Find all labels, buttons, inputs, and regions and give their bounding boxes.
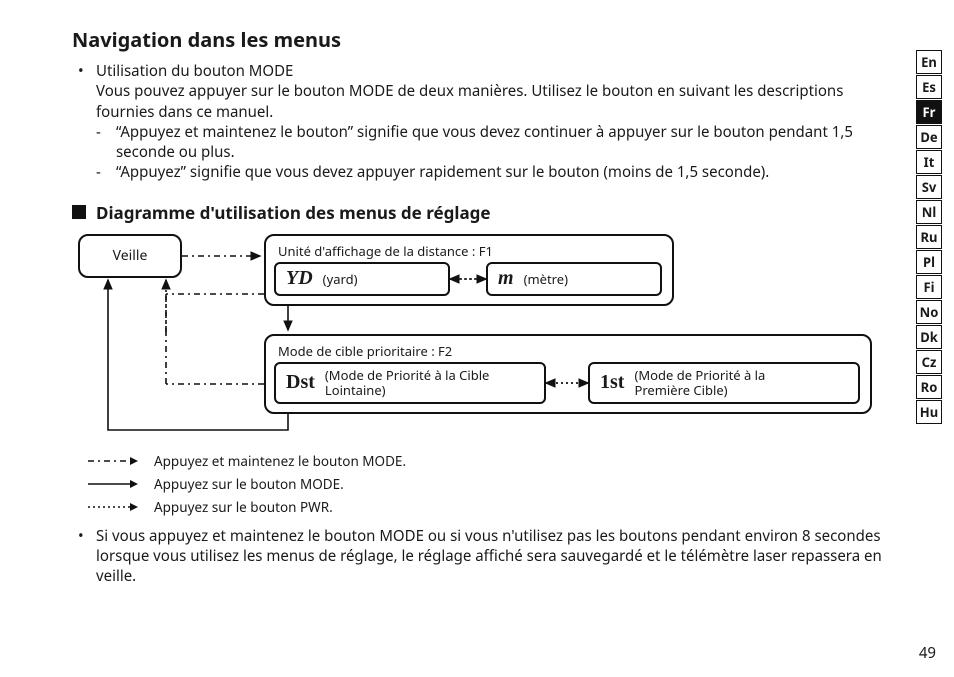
language-tab-hu[interactable]: Hu: [916, 400, 942, 424]
language-tab-fr[interactable]: Fr: [916, 100, 942, 124]
language-tab-ru[interactable]: Ru: [916, 225, 942, 249]
language-tab-pl[interactable]: Pl: [916, 250, 942, 274]
f2-title: Mode de cible prioritaire : F2: [278, 342, 452, 360]
language-tab-nl[interactable]: Nl: [916, 200, 942, 224]
bullet-hold-meaning: “Appuyez et maintenez le bouton” signifi…: [116, 122, 894, 163]
timeout-note: Si vous appuyez et maintenez le bouton M…: [96, 526, 894, 587]
legend-press-pwr-text: Appuyez sur le bouton PWR.: [154, 498, 333, 516]
language-tab-ro[interactable]: Ro: [916, 375, 942, 399]
language-tab-es[interactable]: Es: [916, 75, 942, 99]
dst-option-chip: Dst (Mode de Priorité à la Cible Lointai…: [274, 362, 546, 404]
first-option-chip: 1st (Mode de Priorité à la Première Cibl…: [588, 362, 860, 404]
bullet-dot: •: [78, 61, 88, 81]
language-rail: EnEsFrDeItSvNlRuPlFiNoDkCzRoHu: [916, 50, 942, 424]
standby-box: Veille: [78, 234, 182, 278]
language-tab-sv[interactable]: Sv: [916, 175, 942, 199]
first-key: 1st: [590, 371, 634, 394]
yd-option-chip: YD (yard): [274, 262, 450, 296]
legend: Appuyez et maintenez le bouton MODE. App…: [86, 452, 894, 516]
page-title: Navigation dans les menus: [72, 26, 894, 53]
legend-hold-icon: [86, 456, 140, 466]
m-key: m: [488, 267, 524, 290]
dash: -: [96, 122, 108, 163]
f1-title: Unité d'affichage de la distance : F1: [278, 242, 493, 260]
bullet-mode-desc: Vous pouvez appuyer sur le bouton MODE d…: [96, 81, 894, 122]
dst-key: Dst: [276, 371, 325, 394]
square-bullet-icon: [72, 205, 86, 219]
legend-press-mode-icon: [86, 479, 140, 489]
dash: -: [96, 162, 108, 182]
first-value: (Mode de Priorité à la Première Cible): [634, 368, 826, 397]
legend-press-mode-text: Appuyez sur le bouton MODE.: [154, 475, 344, 493]
bullet-mode-label: Utilisation du bouton MODE: [96, 61, 293, 81]
yd-key: YD: [276, 267, 323, 290]
standby-label: Veille: [113, 246, 148, 265]
bullet-dot: •: [78, 526, 88, 587]
m-option-chip: m (mètre): [486, 262, 662, 296]
diagram-heading: Diagramme d'utilisation des menus de rég…: [96, 201, 491, 224]
language-tab-fi[interactable]: Fi: [916, 275, 942, 299]
language-tab-no[interactable]: No: [916, 300, 942, 324]
legend-hold-text: Appuyez et maintenez le bouton MODE.: [154, 452, 406, 470]
language-tab-cz[interactable]: Cz: [916, 350, 942, 374]
settings-menu-diagram: Veille Unité d'affichage de la distance …: [78, 234, 874, 434]
legend-press-pwr-icon: [86, 502, 140, 512]
bullet-press-meaning: “Appuyez” signifie que vous devez appuye…: [116, 162, 769, 182]
m-value: (mètre): [524, 270, 580, 288]
page-number: 49: [919, 643, 936, 663]
language-tab-dk[interactable]: Dk: [916, 325, 942, 349]
yd-value: (yard): [323, 270, 370, 288]
language-tab-it[interactable]: It: [916, 150, 942, 174]
language-tab-en[interactable]: En: [916, 50, 942, 74]
language-tab-de[interactable]: De: [916, 125, 942, 149]
dst-value: (Mode de Priorité à la Cible Lointaine): [325, 368, 517, 397]
